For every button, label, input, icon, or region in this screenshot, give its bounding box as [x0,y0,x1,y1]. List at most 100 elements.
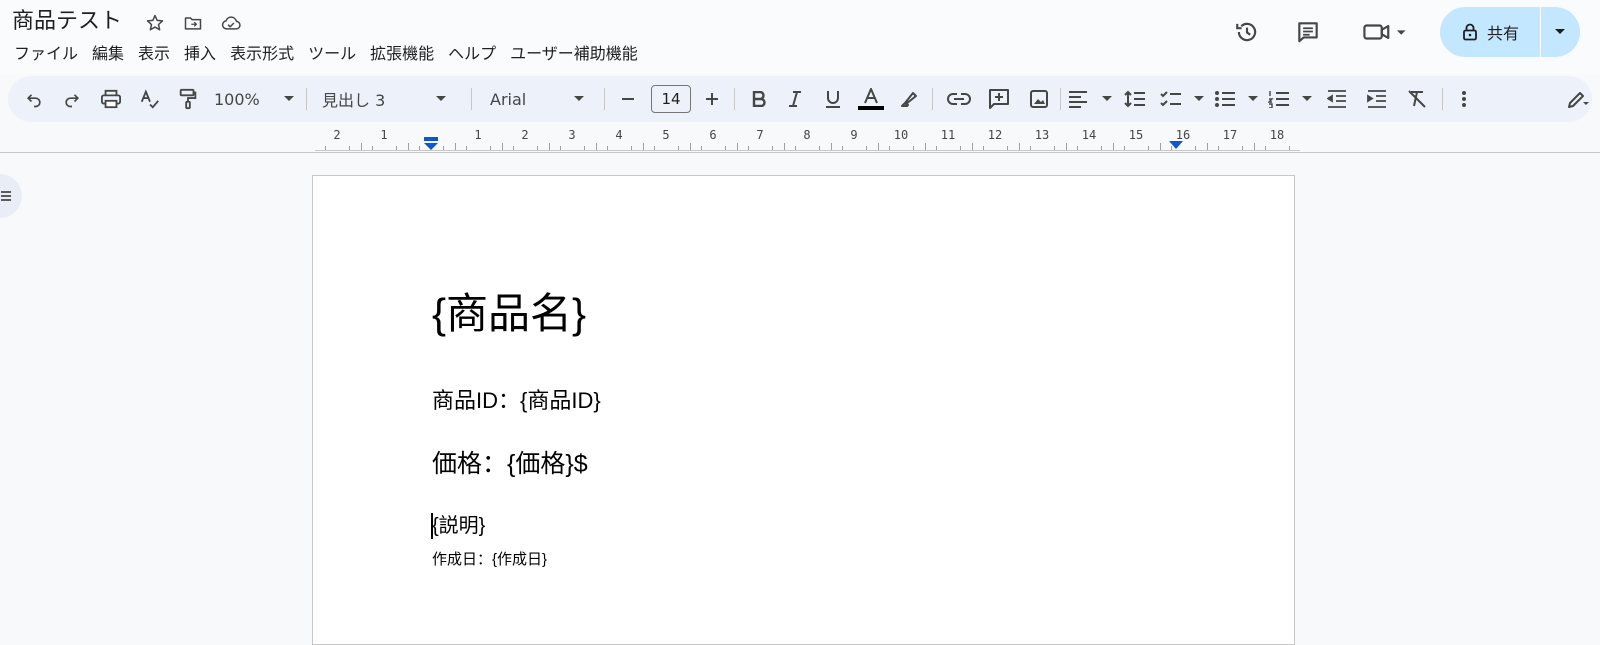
share-button[interactable]: 共有 [1440,7,1540,57]
increase-indent-button[interactable] [1362,85,1392,113]
bold-button[interactable] [746,85,772,113]
ruler-tick [654,146,656,150]
document-title[interactable]: 商品テスト [12,6,122,38]
redo-icon [62,89,82,109]
ruler-tick [1112,143,1114,150]
ruler-tick [360,143,362,150]
more-options-button[interactable] [1454,85,1474,113]
ruler-tick [865,146,867,150]
paint-format-button[interactable] [174,85,202,113]
underline-button[interactable] [820,85,846,113]
decrease-indent-icon [1327,90,1347,108]
ruler-tick [877,143,879,150]
ruler-tick [1124,146,1126,150]
highlight-color-button[interactable] [896,85,922,113]
version-history-icon[interactable] [1229,14,1265,50]
decrease-font-size-button[interactable] [616,85,640,113]
document-outline-button[interactable] [0,174,22,218]
ruler-tick [442,146,444,150]
created-date-line[interactable]: 作成日：{作成日} [432,549,547,571]
text-cursor [431,513,433,539]
italic-button[interactable] [782,85,808,113]
redo-button[interactable] [58,85,86,113]
price-line[interactable]: 価格：{価格}$ [432,447,588,481]
more-vert-icon [1461,90,1467,108]
menu-view[interactable]: 表示 [132,40,176,68]
image-icon [1029,89,1049,109]
text-color-button[interactable] [856,85,886,113]
ruler-tick [701,146,703,150]
ruler-tick [724,146,726,150]
product-id-line[interactable]: 商品ID：{商品ID} [432,386,601,416]
add-comment-button[interactable] [984,85,1014,113]
cloud-saved-icon[interactable] [218,10,244,36]
font-size-input[interactable]: 14 [651,85,691,113]
right-indent-marker[interactable] [1168,140,1184,150]
print-button[interactable] [96,85,126,113]
menu-insert[interactable]: 挿入 [178,40,222,68]
increase-indent-icon [1367,90,1387,108]
ruler-tick [348,146,350,150]
add-comment-icon [988,88,1010,110]
ruler-label: 10 [893,128,909,142]
menu-accessibility[interactable]: ユーザー補助機能 [504,40,644,68]
share-options-button[interactable] [1541,7,1579,57]
ruler-tick [419,146,421,150]
ruler-tick [830,143,832,150]
ruler-tick [536,146,538,150]
ruler-tick [513,146,515,150]
zoom-select[interactable]: 100% [214,85,294,113]
meet-video-icon[interactable] [1360,14,1410,50]
caret-down-icon [284,96,294,102]
left-indent-marker[interactable] [423,137,439,151]
align-button[interactable] [1068,85,1112,113]
insert-link-button[interactable] [944,85,974,113]
pencil-icon [1567,89,1589,109]
ruler-label: 7 [756,128,764,142]
increase-font-size-button[interactable] [700,85,724,113]
undo-button[interactable] [20,85,48,113]
numbered-list-button[interactable] [1268,85,1312,113]
document-heading[interactable]: {商品名} [432,287,586,341]
font-value: Arial [490,89,527,109]
caret-down-icon [1102,96,1112,102]
line-spacing-button[interactable] [1120,85,1150,113]
spellcheck-button[interactable] [136,85,164,113]
ruler[interactable]: 2 1 1 2 3 4 5 6 7 8 9 10 11 12 13 14 15 16 17 18 [0,124,1600,153]
ruler-tick [630,146,632,150]
ruler-label: 3 [568,128,576,142]
menu-edit[interactable]: 編集 [86,40,130,68]
editing-mode-button[interactable] [1564,85,1592,113]
menu-tools[interactable]: ツール [302,40,362,68]
ruler-label: 13 [1034,128,1050,142]
bulleted-list-button[interactable] [1214,85,1258,113]
ruler-tick [924,143,926,150]
ruler-label: 2 [521,128,529,142]
toolbar-divider [306,88,307,110]
bold-icon [752,91,766,107]
ruler-tick [971,143,973,150]
menu-extensions[interactable]: 拡張機能 [364,40,440,68]
menu-file[interactable]: ファイル [8,40,84,68]
description-line[interactable]: {説明} [432,512,485,540]
ruler-tick [583,146,585,150]
insert-image-button[interactable] [1024,85,1054,113]
move-folder-icon[interactable] [180,10,206,36]
decrease-indent-button[interactable] [1322,85,1352,113]
checklist-button[interactable] [1160,85,1204,113]
italic-icon [788,91,802,107]
ruler-label: 6 [709,128,717,142]
star-icon[interactable] [142,10,168,36]
comments-icon[interactable] [1290,14,1326,50]
menu-help[interactable]: ヘルプ [442,40,502,68]
clear-formatting-button[interactable] [1402,85,1432,113]
ruler-tick [489,146,491,150]
ruler-tick [783,143,785,150]
ruler-tick [1006,146,1008,150]
font-select[interactable]: Arial [490,85,584,113]
align-left-icon [1068,90,1088,108]
menu-format[interactable]: 表示形式 [224,40,300,68]
ruler-tick [372,146,374,150]
ruler-tick [407,143,409,150]
paragraph-style-select[interactable]: 見出し 3 [322,85,446,113]
